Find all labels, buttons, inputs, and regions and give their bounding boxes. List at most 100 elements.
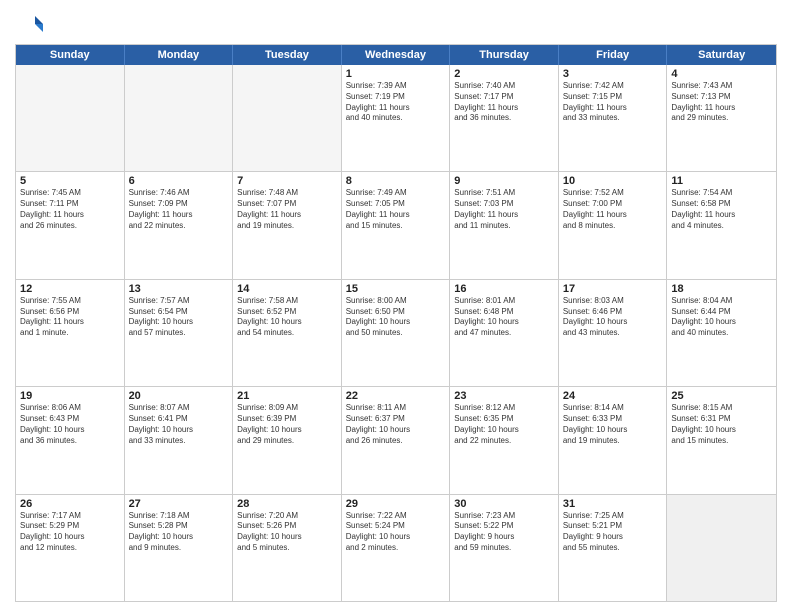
calendar-cell: 22Sunrise: 8:11 AM Sunset: 6:37 PM Dayli… — [342, 387, 451, 493]
logo — [15, 10, 47, 38]
calendar-cell: 12Sunrise: 7:55 AM Sunset: 6:56 PM Dayli… — [16, 280, 125, 386]
calendar-cell: 4Sunrise: 7:43 AM Sunset: 7:13 PM Daylig… — [667, 65, 776, 171]
header-cell-wednesday: Wednesday — [342, 45, 451, 65]
day-number: 31 — [563, 498, 663, 510]
calendar-cell — [125, 65, 234, 171]
day-number: 27 — [129, 498, 229, 510]
cell-text: Sunrise: 8:06 AM Sunset: 6:43 PM Dayligh… — [20, 403, 120, 446]
header-cell-sunday: Sunday — [16, 45, 125, 65]
calendar-cell: 3Sunrise: 7:42 AM Sunset: 7:15 PM Daylig… — [559, 65, 668, 171]
day-number: 18 — [671, 283, 772, 295]
cell-text: Sunrise: 7:57 AM Sunset: 6:54 PM Dayligh… — [129, 296, 229, 339]
day-number: 15 — [346, 283, 446, 295]
cell-text: Sunrise: 8:01 AM Sunset: 6:48 PM Dayligh… — [454, 296, 554, 339]
cell-text: Sunrise: 7:55 AM Sunset: 6:56 PM Dayligh… — [20, 296, 120, 339]
day-number: 7 — [237, 175, 337, 187]
cell-text: Sunrise: 7:48 AM Sunset: 7:07 PM Dayligh… — [237, 188, 337, 231]
cell-text: Sunrise: 7:18 AM Sunset: 5:28 PM Dayligh… — [129, 511, 229, 554]
logo-icon — [15, 10, 43, 38]
day-number: 11 — [671, 175, 772, 187]
day-number: 23 — [454, 390, 554, 402]
cell-text: Sunrise: 8:15 AM Sunset: 6:31 PM Dayligh… — [671, 403, 772, 446]
calendar-cell: 25Sunrise: 8:15 AM Sunset: 6:31 PM Dayli… — [667, 387, 776, 493]
calendar-cell: 16Sunrise: 8:01 AM Sunset: 6:48 PM Dayli… — [450, 280, 559, 386]
calendar-cell: 19Sunrise: 8:06 AM Sunset: 6:43 PM Dayli… — [16, 387, 125, 493]
calendar-row-2: 12Sunrise: 7:55 AM Sunset: 6:56 PM Dayli… — [16, 280, 776, 387]
calendar-cell: 1Sunrise: 7:39 AM Sunset: 7:19 PM Daylig… — [342, 65, 451, 171]
calendar-cell: 11Sunrise: 7:54 AM Sunset: 6:58 PM Dayli… — [667, 172, 776, 278]
calendar-cell — [233, 65, 342, 171]
calendar-cell: 14Sunrise: 7:58 AM Sunset: 6:52 PM Dayli… — [233, 280, 342, 386]
day-number: 9 — [454, 175, 554, 187]
calendar-body: 1Sunrise: 7:39 AM Sunset: 7:19 PM Daylig… — [16, 65, 776, 601]
calendar-cell: 2Sunrise: 7:40 AM Sunset: 7:17 PM Daylig… — [450, 65, 559, 171]
cell-text: Sunrise: 7:54 AM Sunset: 6:58 PM Dayligh… — [671, 188, 772, 231]
day-number: 14 — [237, 283, 337, 295]
day-number: 5 — [20, 175, 120, 187]
header-cell-monday: Monday — [125, 45, 234, 65]
calendar-header: SundayMondayTuesdayWednesdayThursdayFrid… — [16, 45, 776, 65]
calendar-row-0: 1Sunrise: 7:39 AM Sunset: 7:19 PM Daylig… — [16, 65, 776, 172]
day-number: 1 — [346, 68, 446, 80]
day-number: 19 — [20, 390, 120, 402]
header-cell-thursday: Thursday — [450, 45, 559, 65]
day-number: 22 — [346, 390, 446, 402]
cell-text: Sunrise: 7:46 AM Sunset: 7:09 PM Dayligh… — [129, 188, 229, 231]
cell-text: Sunrise: 7:42 AM Sunset: 7:15 PM Dayligh… — [563, 81, 663, 124]
calendar-cell: 28Sunrise: 7:20 AM Sunset: 5:26 PM Dayli… — [233, 495, 342, 601]
calendar-cell: 13Sunrise: 7:57 AM Sunset: 6:54 PM Dayli… — [125, 280, 234, 386]
cell-text: Sunrise: 7:52 AM Sunset: 7:00 PM Dayligh… — [563, 188, 663, 231]
page: SundayMondayTuesdayWednesdayThursdayFrid… — [0, 0, 792, 612]
day-number: 12 — [20, 283, 120, 295]
day-number: 3 — [563, 68, 663, 80]
cell-text: Sunrise: 7:23 AM Sunset: 5:22 PM Dayligh… — [454, 511, 554, 554]
header-cell-saturday: Saturday — [667, 45, 776, 65]
cell-text: Sunrise: 8:14 AM Sunset: 6:33 PM Dayligh… — [563, 403, 663, 446]
cell-text: Sunrise: 8:09 AM Sunset: 6:39 PM Dayligh… — [237, 403, 337, 446]
day-number: 8 — [346, 175, 446, 187]
cell-text: Sunrise: 7:22 AM Sunset: 5:24 PM Dayligh… — [346, 511, 446, 554]
calendar-cell: 29Sunrise: 7:22 AM Sunset: 5:24 PM Dayli… — [342, 495, 451, 601]
calendar-cell: 5Sunrise: 7:45 AM Sunset: 7:11 PM Daylig… — [16, 172, 125, 278]
calendar-cell: 24Sunrise: 8:14 AM Sunset: 6:33 PM Dayli… — [559, 387, 668, 493]
cell-text: Sunrise: 8:03 AM Sunset: 6:46 PM Dayligh… — [563, 296, 663, 339]
calendar-cell: 21Sunrise: 8:09 AM Sunset: 6:39 PM Dayli… — [233, 387, 342, 493]
calendar-row-3: 19Sunrise: 8:06 AM Sunset: 6:43 PM Dayli… — [16, 387, 776, 494]
day-number: 24 — [563, 390, 663, 402]
calendar-cell: 15Sunrise: 8:00 AM Sunset: 6:50 PM Dayli… — [342, 280, 451, 386]
day-number: 21 — [237, 390, 337, 402]
day-number: 4 — [671, 68, 772, 80]
header — [15, 10, 777, 38]
day-number: 25 — [671, 390, 772, 402]
cell-text: Sunrise: 7:58 AM Sunset: 6:52 PM Dayligh… — [237, 296, 337, 339]
calendar-cell: 9Sunrise: 7:51 AM Sunset: 7:03 PM Daylig… — [450, 172, 559, 278]
cell-text: Sunrise: 8:00 AM Sunset: 6:50 PM Dayligh… — [346, 296, 446, 339]
calendar-cell: 30Sunrise: 7:23 AM Sunset: 5:22 PM Dayli… — [450, 495, 559, 601]
calendar-cell: 23Sunrise: 8:12 AM Sunset: 6:35 PM Dayli… — [450, 387, 559, 493]
calendar-row-1: 5Sunrise: 7:45 AM Sunset: 7:11 PM Daylig… — [16, 172, 776, 279]
day-number: 30 — [454, 498, 554, 510]
cell-text: Sunrise: 7:49 AM Sunset: 7:05 PM Dayligh… — [346, 188, 446, 231]
calendar-cell: 31Sunrise: 7:25 AM Sunset: 5:21 PM Dayli… — [559, 495, 668, 601]
day-number: 2 — [454, 68, 554, 80]
calendar: SundayMondayTuesdayWednesdayThursdayFrid… — [15, 44, 777, 602]
calendar-cell: 8Sunrise: 7:49 AM Sunset: 7:05 PM Daylig… — [342, 172, 451, 278]
cell-text: Sunrise: 7:43 AM Sunset: 7:13 PM Dayligh… — [671, 81, 772, 124]
calendar-cell: 20Sunrise: 8:07 AM Sunset: 6:41 PM Dayli… — [125, 387, 234, 493]
day-number: 29 — [346, 498, 446, 510]
cell-text: Sunrise: 7:39 AM Sunset: 7:19 PM Dayligh… — [346, 81, 446, 124]
calendar-cell: 18Sunrise: 8:04 AM Sunset: 6:44 PM Dayli… — [667, 280, 776, 386]
day-number: 13 — [129, 283, 229, 295]
day-number: 26 — [20, 498, 120, 510]
day-number: 6 — [129, 175, 229, 187]
calendar-cell: 7Sunrise: 7:48 AM Sunset: 7:07 PM Daylig… — [233, 172, 342, 278]
day-number: 17 — [563, 283, 663, 295]
cell-text: Sunrise: 8:12 AM Sunset: 6:35 PM Dayligh… — [454, 403, 554, 446]
header-cell-friday: Friday — [559, 45, 668, 65]
calendar-cell: 6Sunrise: 7:46 AM Sunset: 7:09 PM Daylig… — [125, 172, 234, 278]
cell-text: Sunrise: 7:20 AM Sunset: 5:26 PM Dayligh… — [237, 511, 337, 554]
day-number: 10 — [563, 175, 663, 187]
calendar-cell: 10Sunrise: 7:52 AM Sunset: 7:00 PM Dayli… — [559, 172, 668, 278]
calendar-cell — [667, 495, 776, 601]
day-number: 16 — [454, 283, 554, 295]
